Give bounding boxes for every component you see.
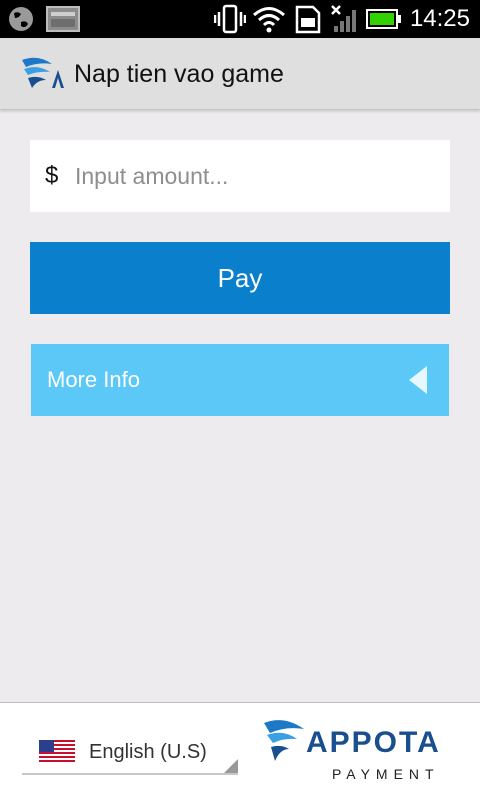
globe-icon	[6, 0, 36, 38]
us-flag-icon	[39, 740, 75, 764]
amount-field[interactable]: $	[30, 140, 450, 212]
status-time: 14:25	[409, 5, 470, 32]
signal-icon	[330, 0, 360, 38]
wifi-icon	[252, 0, 286, 38]
appota-logo-icon	[20, 56, 66, 92]
more-info-label: More Info	[47, 367, 140, 392]
dropdown-corner-icon	[224, 759, 238, 773]
vibrate-icon	[214, 0, 246, 38]
action-bar: Nap tien vao game	[0, 38, 480, 110]
sd-card-icon	[294, 0, 322, 38]
triangle-left-icon	[409, 366, 427, 394]
battery-icon	[366, 0, 402, 38]
more-info-button[interactable]: More Info	[31, 344, 449, 416]
pay-button[interactable]: Pay	[30, 242, 450, 314]
appota-payment-logo: APPOTA PAYMENT	[262, 719, 462, 789]
language-label: English (U.S)	[89, 740, 207, 763]
amount-input[interactable]	[75, 146, 450, 206]
currency-symbol: $	[45, 162, 59, 189]
brand-subtitle: PAYMENT	[332, 766, 440, 782]
footer: English (U.S) APPOTA PAYMENT	[0, 702, 480, 800]
brand-name: APPOTA	[306, 726, 441, 759]
status-bar: 14:25	[0, 0, 480, 38]
appota-wing-icon	[262, 719, 312, 763]
image-icon	[46, 0, 80, 38]
language-select[interactable]: English (U.S)	[22, 731, 238, 775]
page-title: Nap tien vao game	[74, 60, 284, 88]
